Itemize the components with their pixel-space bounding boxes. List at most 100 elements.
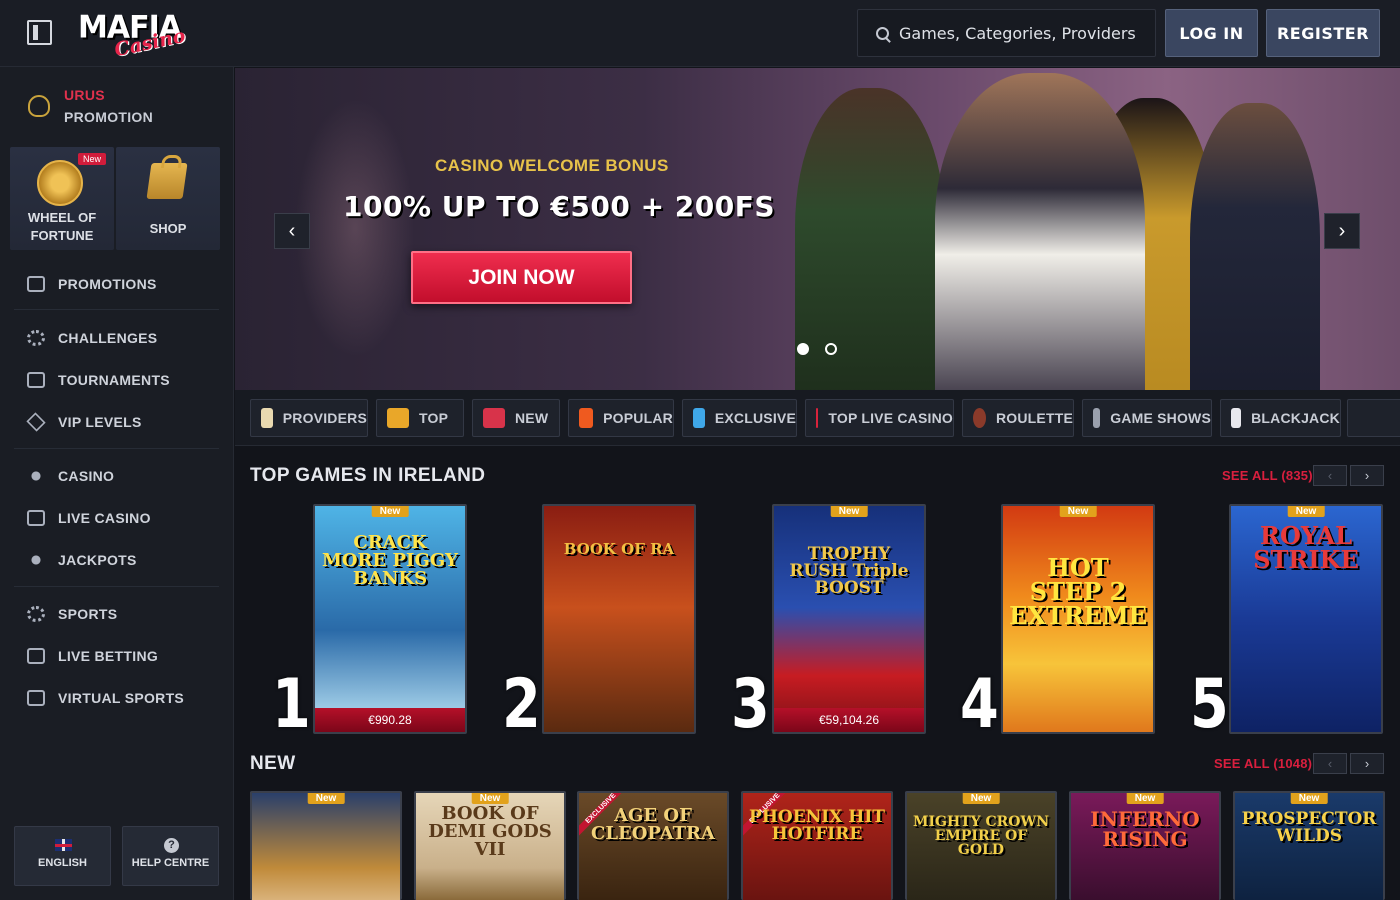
category-label: TOP LIVE CASINO [828,410,953,426]
join-now-button[interactable]: JOIN NOW [411,251,632,304]
category-more[interactable] [1347,399,1400,437]
logo[interactable]: MAFIA Casino [78,9,190,61]
sidebar-item-promotions[interactable]: PROMOTIONS [0,263,234,305]
hero-character-image [935,73,1145,390]
login-button[interactable]: LOG IN [1165,9,1258,57]
live-icon [27,648,45,664]
game-card-inferno-rising[interactable]: New INFERNO RISING [1069,791,1221,900]
sidebar-item-tournaments[interactable]: TOURNAMENTS [0,359,234,401]
hero-character-image [795,88,945,390]
section-title-top-games: TOP GAMES IN IRELAND [250,465,486,486]
category-label: NEW [515,410,549,426]
shop-label: SHOP [149,221,187,236]
question-icon: ? [164,838,179,853]
urus-promotion-link[interactable]: URUS PROMOTION [0,67,234,142]
category-label: BLACKJACK [1251,410,1340,426]
promo-subtitle: PROMOTION [64,109,154,125]
game-card-age-of-cleopatra[interactable]: EXCLUSIVE AGE OF CLEOPATRA [577,791,729,900]
search-box[interactable] [857,9,1156,57]
crown-icon [387,408,409,428]
game-card-crack-more-piggy-banks[interactable]: New CRACK MORE PIGGY BANKS €990.28 [313,504,467,734]
divider [14,309,219,310]
game-card-book-of-ra[interactable]: BOOK OF RA [542,504,696,734]
hero-next-button[interactable]: › [1324,213,1360,249]
category-label: PROVIDERS [282,410,367,426]
monitor-ball-icon [27,690,45,706]
jackpot-amount: €990.28 [315,708,465,732]
new-badge: New [1126,793,1164,804]
shop-tile[interactable]: SHOP [116,147,220,250]
hero-banner[interactable]: CASINO WELCOME BONUS 100% UP TO €500 + 2… [235,68,1400,390]
sidebar-item-jackpots[interactable]: JACKPOTS [0,539,234,581]
game-card-hot-step-2-extreme[interactable]: New HOT STEP 2 EXTREME [1001,504,1155,734]
new-games-prev-button[interactable]: ‹ [1313,753,1347,774]
game-card-royal-strike[interactable]: New ROYAL STRIKE [1229,504,1383,734]
game-title-art: BOOK OF DEMI GODS VII [428,803,552,860]
new-badge: New [962,793,1000,804]
new-badge: New [371,506,409,517]
game-card-trophy-rush[interactable]: New TROPHY RUSH Triple BOOST €59,104.26 [772,504,926,734]
top-bar: MAFIA Casino LOG IN REGISTER [0,0,1400,67]
register-button[interactable]: REGISTER [1266,9,1380,57]
game-title-art: ROYAL STRIKE [1253,521,1359,574]
sidebar-item-vip-levels[interactable]: VIP LEVELS [0,401,234,443]
sidebar-item-label: VIRTUAL SPORTS [58,690,185,706]
category-blackjack[interactable]: BLACKJACK [1220,399,1341,437]
sidebar-item-sports[interactable]: SPORTS [0,593,234,635]
game-card-prospector-wilds[interactable]: New PROSPECTOR WILDS [1233,791,1385,900]
sidebar-item-virtual-sports[interactable]: VIRTUAL SPORTS [0,677,234,719]
help-centre-button[interactable]: ? HELP CENTRE [122,826,219,886]
game-card-mighty-crown-empire-of-gold[interactable]: New MIGHTY CROWN EMPIRE OF GOLD [905,791,1057,900]
category-label: POPULAR [603,410,673,426]
hero-prev-button[interactable]: ‹ [274,213,310,249]
game-card-phoenix-hit-hotfire[interactable]: EXCLUSIVE PHOENIX HIT HOTFIRE [741,791,893,900]
new-badge: New [307,793,345,804]
new-badge: New [1290,793,1328,804]
top-games-next-button[interactable]: › [1350,465,1384,486]
language-button[interactable]: ENGLISH [14,826,111,886]
category-providers[interactable]: PROVIDERS [250,399,368,437]
category-top-live-casino[interactable]: TOP LIVE CASINO [805,399,954,437]
sidebar-item-challenges[interactable]: CHALLENGES [0,317,234,359]
game-title-art: HOT STEP 2 EXTREME [1009,553,1147,630]
category-popular[interactable]: POPULAR [568,399,674,437]
category-roulette[interactable]: ROULETTE [962,399,1074,437]
category-game-shows[interactable]: GAME SHOWS [1082,399,1212,437]
category-label: TOP [419,410,449,426]
microphone-icon [1093,408,1101,428]
carousel-dot[interactable] [825,343,837,355]
category-top[interactable]: TOP [376,399,464,437]
sidebar-item-label: CHALLENGES [58,330,158,346]
new-badge: New [830,506,868,517]
top-games-prev-button[interactable]: ‹ [1313,465,1347,486]
game-title-art: TROPHY RUSH Triple BOOST [789,544,909,598]
sidebar-item-live-casino[interactable]: LIVE CASINO [0,497,234,539]
fire-icon [579,408,594,428]
game-title-art: PROSPECTOR WILDS [1241,809,1377,846]
rank-number: 1 [272,665,311,744]
category-new[interactable]: NEW [472,399,560,437]
game-title-art: AGE OF CLEOPATRA [591,805,715,844]
clover-icon [27,552,45,568]
game-card-new-1[interactable]: New [250,791,402,900]
game-card-book-of-demi-gods-vii[interactable]: New BOOK OF DEMI GODS VII [414,791,566,900]
gift-icon [27,276,45,292]
hero-title: 100% UP TO €500 + 200FS [343,190,776,223]
category-exclusive[interactable]: EXCLUSIVE [682,399,797,437]
see-all-top-games-link[interactable]: SEE ALL (835) [1222,468,1313,483]
sidebar-item-casino[interactable]: CASINO [0,455,234,497]
sidebar-toggle-icon[interactable] [27,20,52,45]
sidebar-item-live-betting[interactable]: LIVE BETTING [0,635,234,677]
new-badge: New [77,153,106,165]
carousel-dot-active[interactable] [797,343,809,355]
cards-icon [27,510,45,526]
category-label: EXCLUSIVE [714,410,796,426]
roulette-icon [973,408,986,428]
wheel-of-fortune-tile[interactable]: New WHEEL OF FORTUNE [10,147,114,250]
chevron-right-icon: › [1338,219,1346,242]
see-all-new-link[interactable]: SEE ALL (1048) [1214,756,1312,771]
chevron-left-icon: ‹ [1327,756,1333,771]
search-icon [876,26,889,40]
new-games-next-button[interactable]: › [1350,753,1384,774]
search-input[interactable] [899,23,1139,43]
